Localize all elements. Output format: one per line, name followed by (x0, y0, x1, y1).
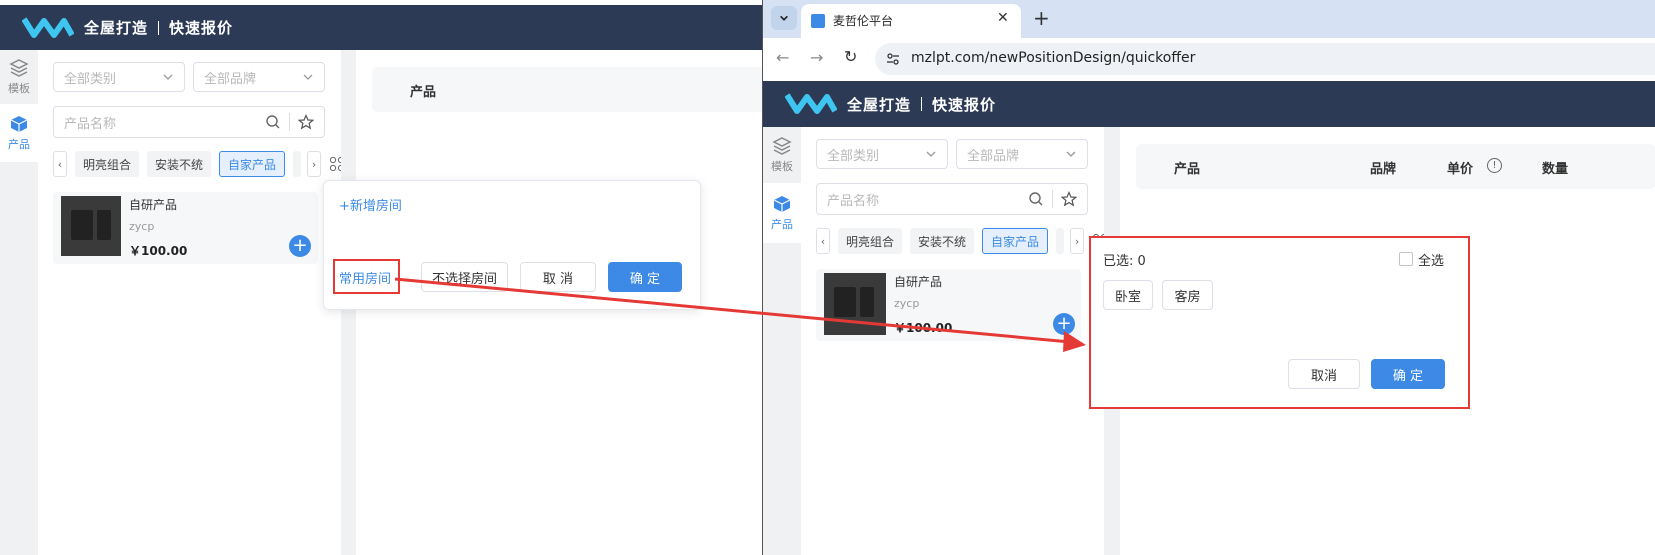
annotation-arrow (394, 277, 1086, 352)
